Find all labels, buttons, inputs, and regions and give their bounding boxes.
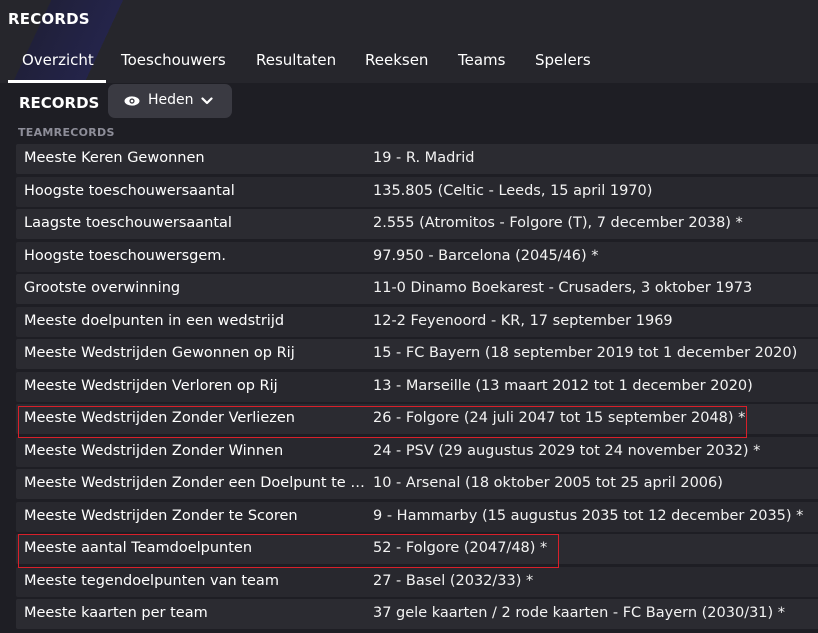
record-name: Grootste overwinning <box>24 280 181 296</box>
record-value: 19 - R. Madrid <box>373 150 475 166</box>
table-row[interactable]: Grootste overwinning 11-0 Dinamo Boekare… <box>16 274 818 304</box>
tab-reeksen[interactable]: Reeksen <box>365 51 428 69</box>
records-toolbar: RECORDS Heden <box>0 83 818 123</box>
record-name: Meeste kaarten per team <box>24 605 208 621</box>
record-name: Meeste doelpunten in een wedstrijd <box>24 312 285 329</box>
section-label: TEAMRECORDS <box>18 126 115 139</box>
record-name: Hoogste toeschouwersaantal <box>24 182 235 199</box>
table-row[interactable]: Laagste toeschouwersaantal 2.555 (Atromi… <box>16 209 818 239</box>
chevron-down-icon <box>201 97 213 105</box>
record-value: 24 - PSV (29 augustus 2029 tot 24 novemb… <box>373 442 761 459</box>
table-row[interactable]: Meeste Keren Gewonnen 19 - R. Madrid <box>16 144 818 174</box>
eye-icon <box>124 96 140 106</box>
tab-teams[interactable]: Teams <box>458 51 505 69</box>
record-value: 11-0 Dinamo Boekarest - Crusaders, 3 okt… <box>373 280 753 296</box>
table-row[interactable]: Meeste tegendoelpunten van team 27 - Bas… <box>16 566 818 597</box>
record-name: Meeste Keren Gewonnen <box>24 150 205 166</box>
table-row[interactable]: Hoogste toeschouwersaantal 135.805 (Celt… <box>16 176 818 207</box>
record-value: 13 - Marseille (13 maart 2012 tot 1 dece… <box>373 377 753 394</box>
table-row[interactable]: Meeste Wedstrijden Zonder een Doelpunt t… <box>16 469 818 499</box>
tab-spelers[interactable]: Spelers <box>535 51 591 69</box>
record-value: 9 - Hammarby (15 augustus 2035 tot 12 de… <box>373 507 804 524</box>
page-title: RECORDS <box>8 10 90 28</box>
record-value: 37 gele kaarten / 2 rode kaarten - FC Ba… <box>373 605 786 621</box>
record-value: 15 - FC Bayern (18 september 2019 tot 1 … <box>373 345 798 361</box>
table-row[interactable]: Meeste Wedstrijden Zonder Verliezen 26 -… <box>16 404 818 434</box>
record-name: Hoogste toeschouwersgem. <box>24 247 227 264</box>
dropdown-value: Heden <box>148 92 194 108</box>
record-name: Meeste tegendoelpunten van team <box>24 572 279 589</box>
table-row[interactable]: Meeste aantal Teamdoelpunten 52 - Folgor… <box>16 534 818 564</box>
table-row[interactable]: Hoogste toeschouwersgem. 97.950 - Barcel… <box>16 241 818 272</box>
table-row[interactable]: Meeste Wedstrijden Zonder Winnen 24 - PS… <box>16 436 818 467</box>
table-row[interactable]: Meeste doelpunten in een wedstrijd 12-2 … <box>16 306 818 337</box>
records-table: Meeste Keren Gewonnen 19 - R. Madrid Hoo… <box>16 144 818 632</box>
record-name: Meeste Wedstrijden Verloren op Rij <box>24 377 278 394</box>
record-value: 135.805 (Celtic - Leeds, 15 april 1970) <box>373 182 653 199</box>
record-value: 2.555 (Atromitos - Folgore (T), 7 decemb… <box>373 215 743 231</box>
tab-toeschouwers[interactable]: Toeschouwers <box>121 51 226 69</box>
record-name: Meeste aantal Teamdoelpunten <box>24 540 253 556</box>
view-dropdown[interactable]: Heden <box>108 84 232 118</box>
record-value: 10 - Arsenal (18 oktober 2005 tot 25 apr… <box>373 475 723 491</box>
record-name: Meeste Wedstrijden Zonder Verliezen <box>24 410 295 426</box>
header: RECORDS Overzicht Toeschouwers Resultate… <box>0 0 818 83</box>
record-value: 27 - Basel (2032/33) * <box>373 572 534 589</box>
tab-overzicht[interactable]: Overzicht <box>22 51 94 69</box>
tab-resultaten[interactable]: Resultaten <box>256 51 336 69</box>
records-heading: RECORDS <box>19 94 100 112</box>
table-row[interactable]: Meeste Wedstrijden Gewonnen op Rij 15 - … <box>16 339 818 369</box>
record-name: Meeste Wedstrijden Zonder Winnen <box>24 442 284 459</box>
record-name: Meeste Wedstrijden Gewonnen op Rij <box>24 345 295 361</box>
table-row[interactable]: Meeste Wedstrijden Zonder te Scoren 9 - … <box>16 501 818 532</box>
record-value: 12-2 Feyenoord - KR, 17 september 1969 <box>373 312 673 329</box>
record-value: 26 - Folgore (24 juli 2047 tot 15 septem… <box>373 410 746 426</box>
record-name: Laagste toeschouwersaantal <box>24 215 232 231</box>
record-value: 97.950 - Barcelona (2045/46) * <box>373 247 599 264</box>
table-row[interactable]: Meeste Wedstrijden Verloren op Rij 13 - … <box>16 371 818 402</box>
record-value: 52 - Folgore (2047/48) * <box>373 540 548 556</box>
table-row[interactable]: Meeste kaarten per team 37 gele kaarten … <box>16 599 818 629</box>
record-name: Meeste Wedstrijden Zonder te Scoren <box>24 507 298 524</box>
record-name: Meeste Wedstrijden Zonder een Doelpunt t… <box>24 475 368 491</box>
